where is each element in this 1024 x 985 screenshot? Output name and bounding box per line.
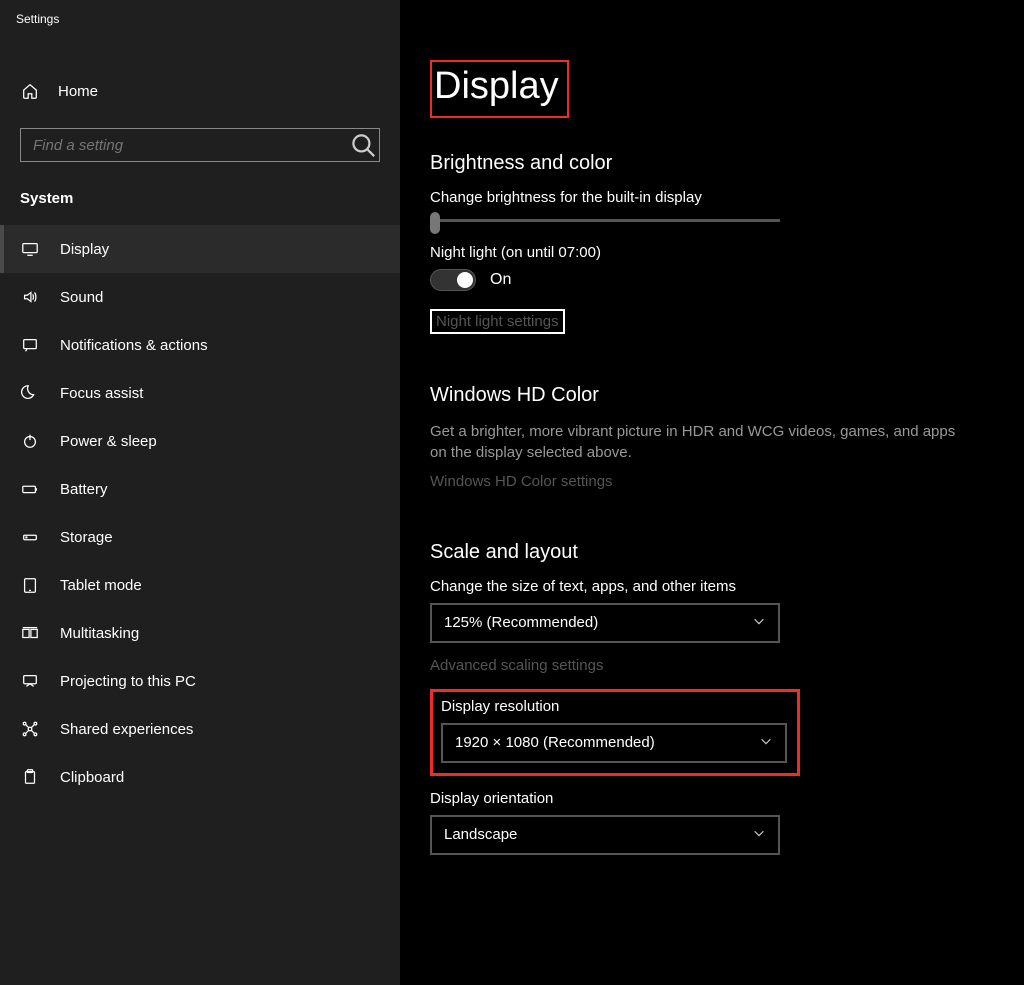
nav-item-storage[interactable]: Storage	[0, 513, 400, 561]
resolution-label: Display resolution	[441, 698, 787, 715]
nav-label: Sound	[60, 289, 103, 306]
nav-list: Display Sound Notifications & actions Fo…	[0, 225, 400, 801]
power-icon	[20, 432, 40, 450]
brightness-slider-label: Change brightness for the built-in displ…	[430, 189, 994, 206]
section-hd-color: Windows HD Color	[430, 384, 994, 407]
nav-label: Multitasking	[60, 625, 139, 642]
moon-icon	[20, 384, 40, 402]
night-light-settings-link[interactable]: Night light settings	[430, 309, 565, 334]
orientation-value: Landscape	[444, 826, 517, 843]
search-box[interactable]	[20, 128, 380, 162]
chevron-down-icon	[752, 614, 766, 632]
nav-item-display[interactable]: Display	[0, 225, 400, 273]
hd-description: Get a brighter, more vibrant picture in …	[430, 421, 970, 463]
night-light-label: Night light (on until 07:00)	[430, 244, 994, 261]
home-icon	[20, 82, 40, 100]
resolution-value: 1920 × 1080 (Recommended)	[455, 734, 655, 751]
nav-label: Focus assist	[60, 385, 143, 402]
text-size-label: Change the size of text, apps, and other…	[430, 578, 994, 595]
clipboard-icon	[20, 768, 40, 786]
resolution-highlight: Display resolution 1920 × 1080 (Recommen…	[430, 689, 800, 776]
home-nav[interactable]: Home	[0, 72, 400, 110]
battery-icon	[20, 480, 40, 498]
advanced-scaling-link[interactable]: Advanced scaling settings	[430, 657, 603, 674]
nav-label: Notifications & actions	[60, 337, 208, 354]
nav-label: Power & sleep	[60, 433, 157, 450]
nav-item-shared-experiences[interactable]: Shared experiences	[0, 705, 400, 753]
nav-item-projecting[interactable]: Projecting to this PC	[0, 657, 400, 705]
nav-label: Shared experiences	[60, 721, 193, 738]
page-title: Display	[434, 66, 559, 108]
text-size-select[interactable]: 125% (Recommended)	[430, 603, 780, 643]
nav-label: Tablet mode	[60, 577, 142, 594]
section-brightness: Brightness and color	[430, 152, 994, 175]
sound-icon	[20, 288, 40, 306]
notifications-icon	[20, 336, 40, 354]
chevron-down-icon	[759, 734, 773, 752]
night-light-toggle[interactable]	[430, 269, 476, 291]
nav-label: Storage	[60, 529, 113, 546]
nav-item-power-sleep[interactable]: Power & sleep	[0, 417, 400, 465]
sidebar: Settings Home System Display Sound Notif…	[0, 0, 400, 985]
search-input[interactable]	[21, 137, 347, 154]
slider-track	[430, 219, 780, 222]
tablet-icon	[20, 576, 40, 594]
section-scale-layout: Scale and layout	[430, 541, 994, 564]
nav-label: Clipboard	[60, 769, 124, 786]
text-size-value: 125% (Recommended)	[444, 614, 598, 631]
nav-item-tablet-mode[interactable]: Tablet mode	[0, 561, 400, 609]
nav-label: Battery	[60, 481, 108, 498]
nav-item-multitasking[interactable]: Multitasking	[0, 609, 400, 657]
orientation-select[interactable]: Landscape	[430, 815, 780, 855]
toggle-state: On	[490, 271, 511, 289]
projecting-icon	[20, 672, 40, 690]
search-icon	[347, 129, 379, 161]
chevron-down-icon	[752, 826, 766, 844]
display-icon	[20, 240, 40, 258]
home-label: Home	[58, 83, 98, 100]
toggle-knob	[457, 272, 473, 288]
nav-item-notifications[interactable]: Notifications & actions	[0, 321, 400, 369]
page-title-highlight: Display	[430, 60, 569, 118]
slider-thumb[interactable]	[430, 212, 440, 234]
nav-item-clipboard[interactable]: Clipboard	[0, 753, 400, 801]
storage-icon	[20, 528, 40, 546]
hd-color-settings-link[interactable]: Windows HD Color settings	[430, 473, 613, 490]
nav-item-focus-assist[interactable]: Focus assist	[0, 369, 400, 417]
multitasking-icon	[20, 624, 40, 642]
nav-item-sound[interactable]: Sound	[0, 273, 400, 321]
app-title: Settings	[0, 0, 400, 30]
group-label: System	[0, 162, 400, 225]
brightness-slider[interactable]	[430, 214, 780, 228]
orientation-label: Display orientation	[430, 790, 994, 807]
resolution-select[interactable]: 1920 × 1080 (Recommended)	[441, 723, 787, 763]
main-content: Display Brightness and color Change brig…	[400, 0, 1024, 985]
nav-label: Display	[60, 241, 109, 258]
nav-label: Projecting to this PC	[60, 673, 196, 690]
shared-icon	[20, 720, 40, 738]
nav-item-battery[interactable]: Battery	[0, 465, 400, 513]
